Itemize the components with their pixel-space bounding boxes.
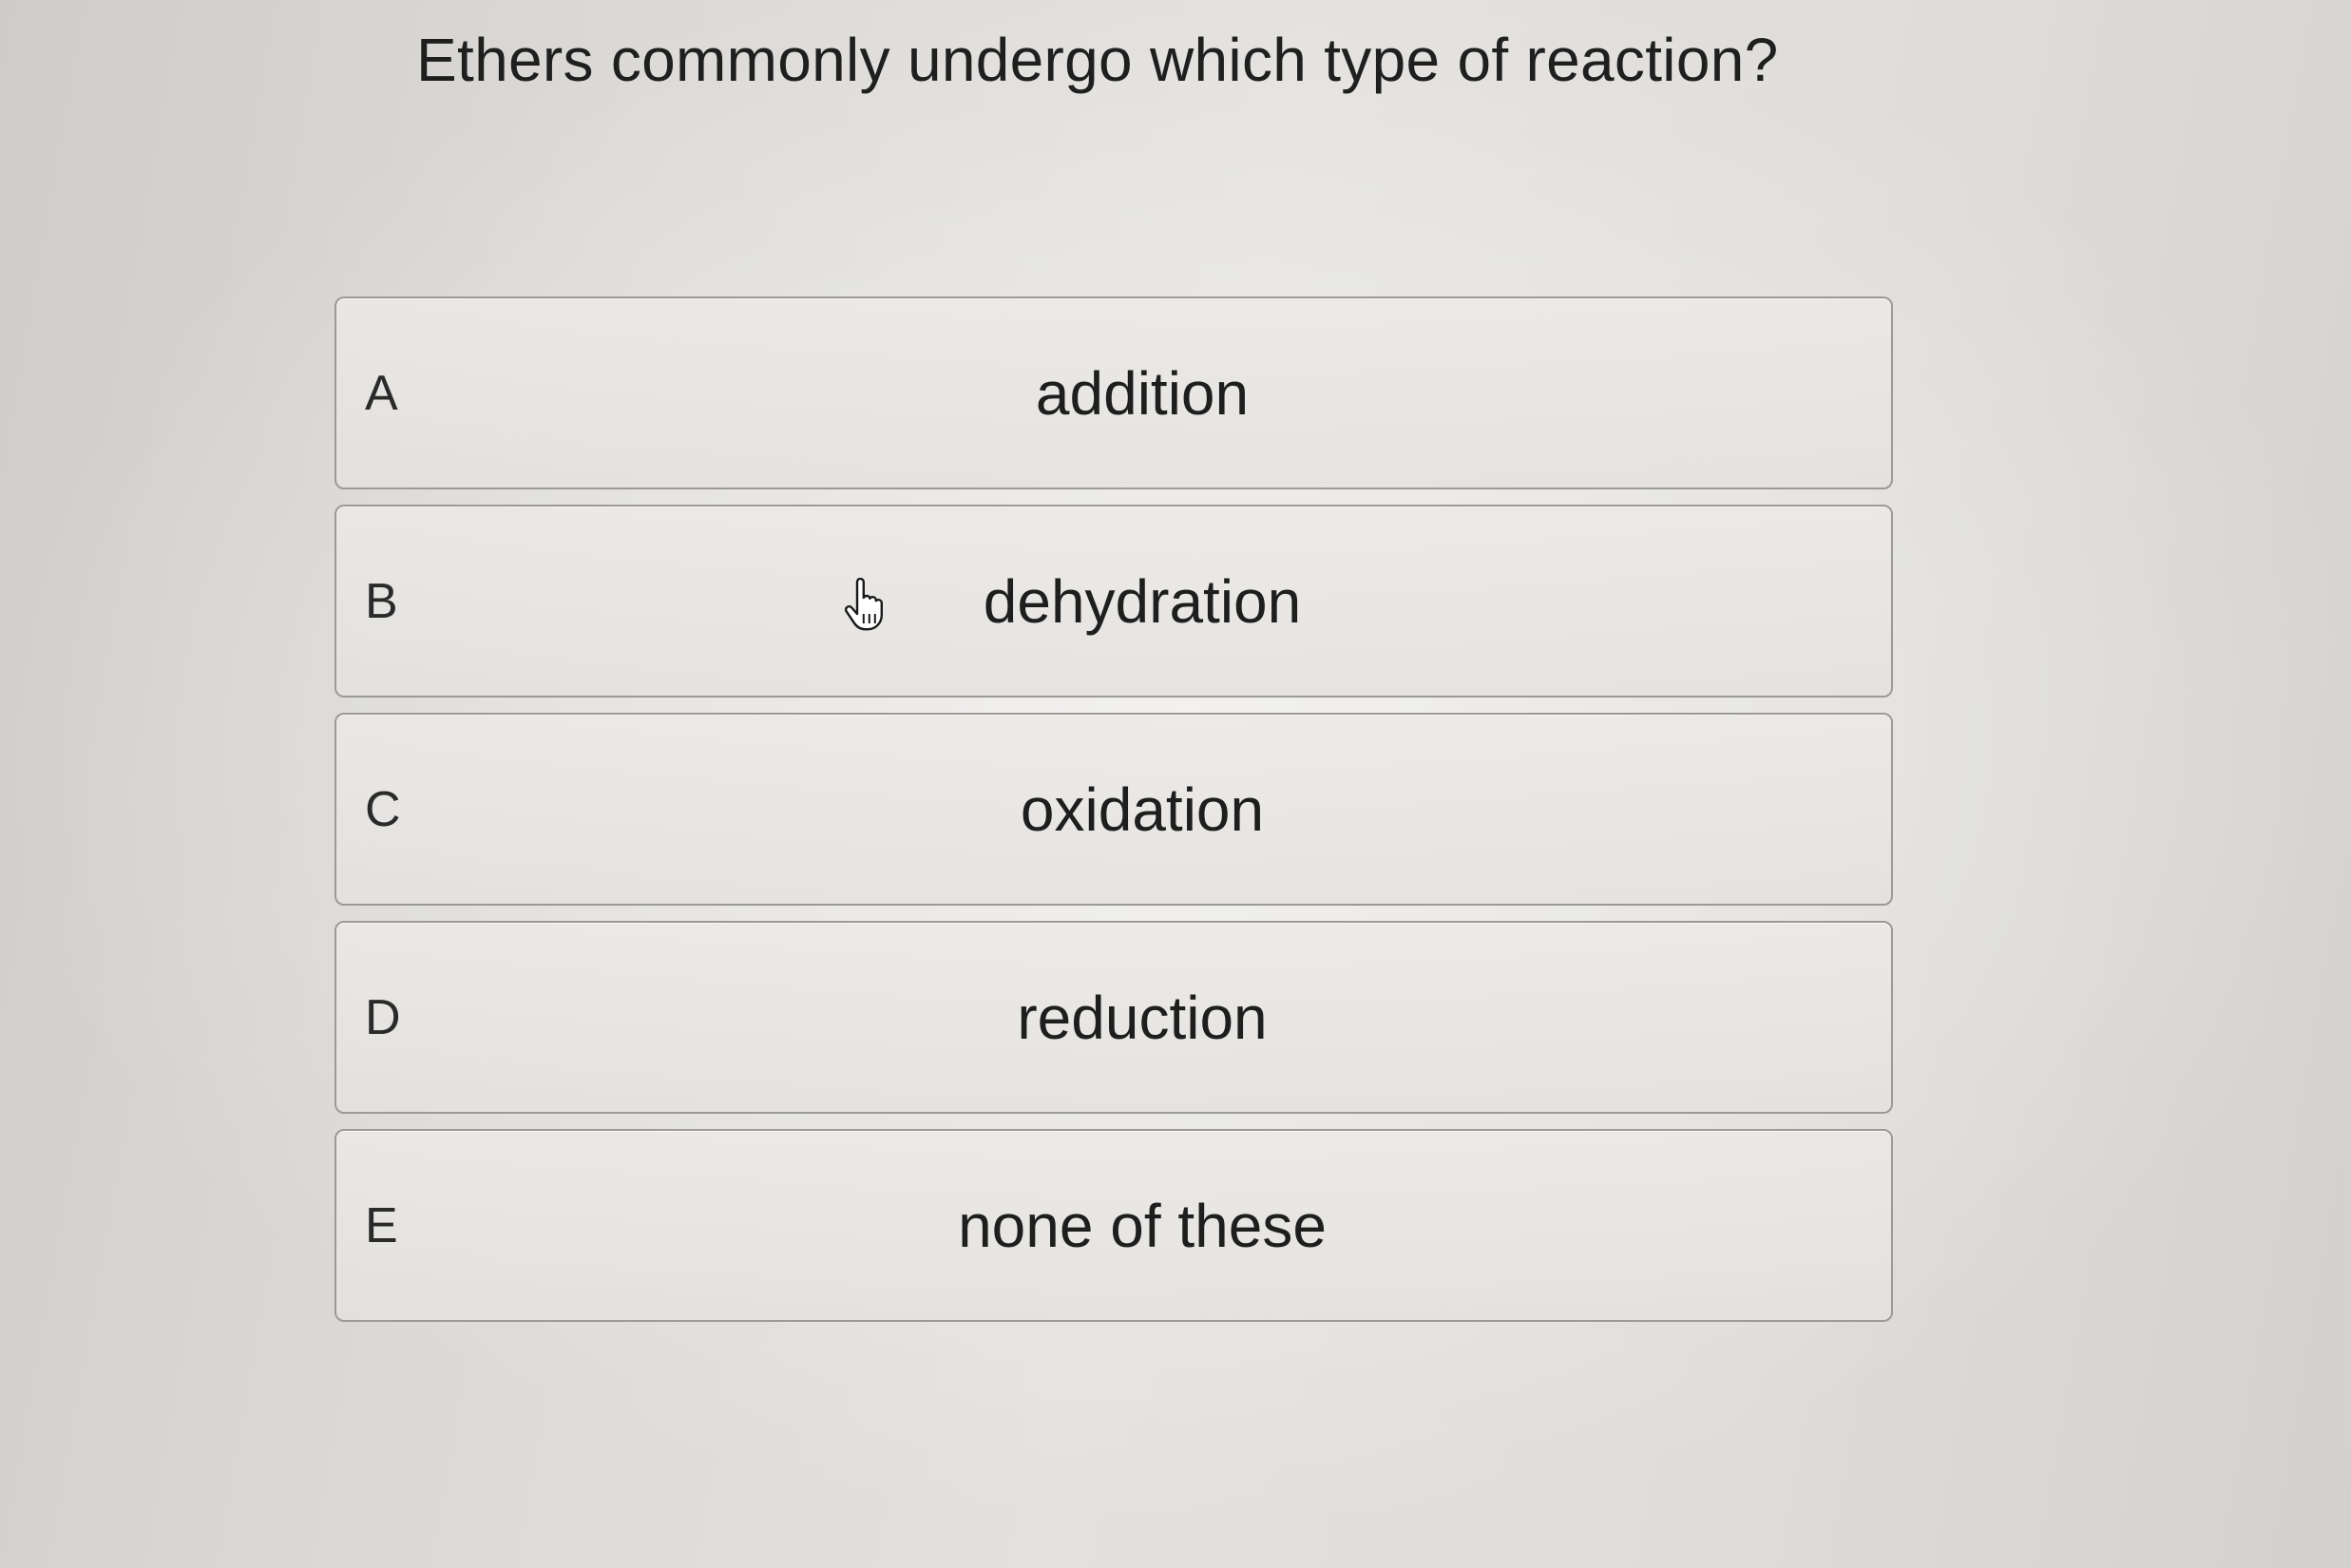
question-text: Ethers commonly undergo which type of re… bbox=[416, 26, 1779, 94]
answer-option-a[interactable]: A addition bbox=[334, 296, 1893, 489]
option-text: oxidation bbox=[1020, 774, 1265, 844]
option-text: dehydration bbox=[983, 566, 1302, 636]
answer-option-c[interactable]: C oxidation bbox=[334, 713, 1893, 906]
answer-option-d[interactable]: D reduction bbox=[334, 921, 1893, 1114]
answer-options: A addition B dehydration C oxidation D r… bbox=[334, 296, 1893, 1337]
option-text: reduction bbox=[1017, 983, 1268, 1052]
answer-option-b[interactable]: B dehydration bbox=[334, 505, 1893, 698]
option-text: addition bbox=[1035, 358, 1250, 428]
answer-option-e[interactable]: E none of these bbox=[334, 1129, 1893, 1322]
hand-pointer-icon bbox=[844, 578, 883, 631]
option-text: none of these bbox=[958, 1191, 1327, 1260]
